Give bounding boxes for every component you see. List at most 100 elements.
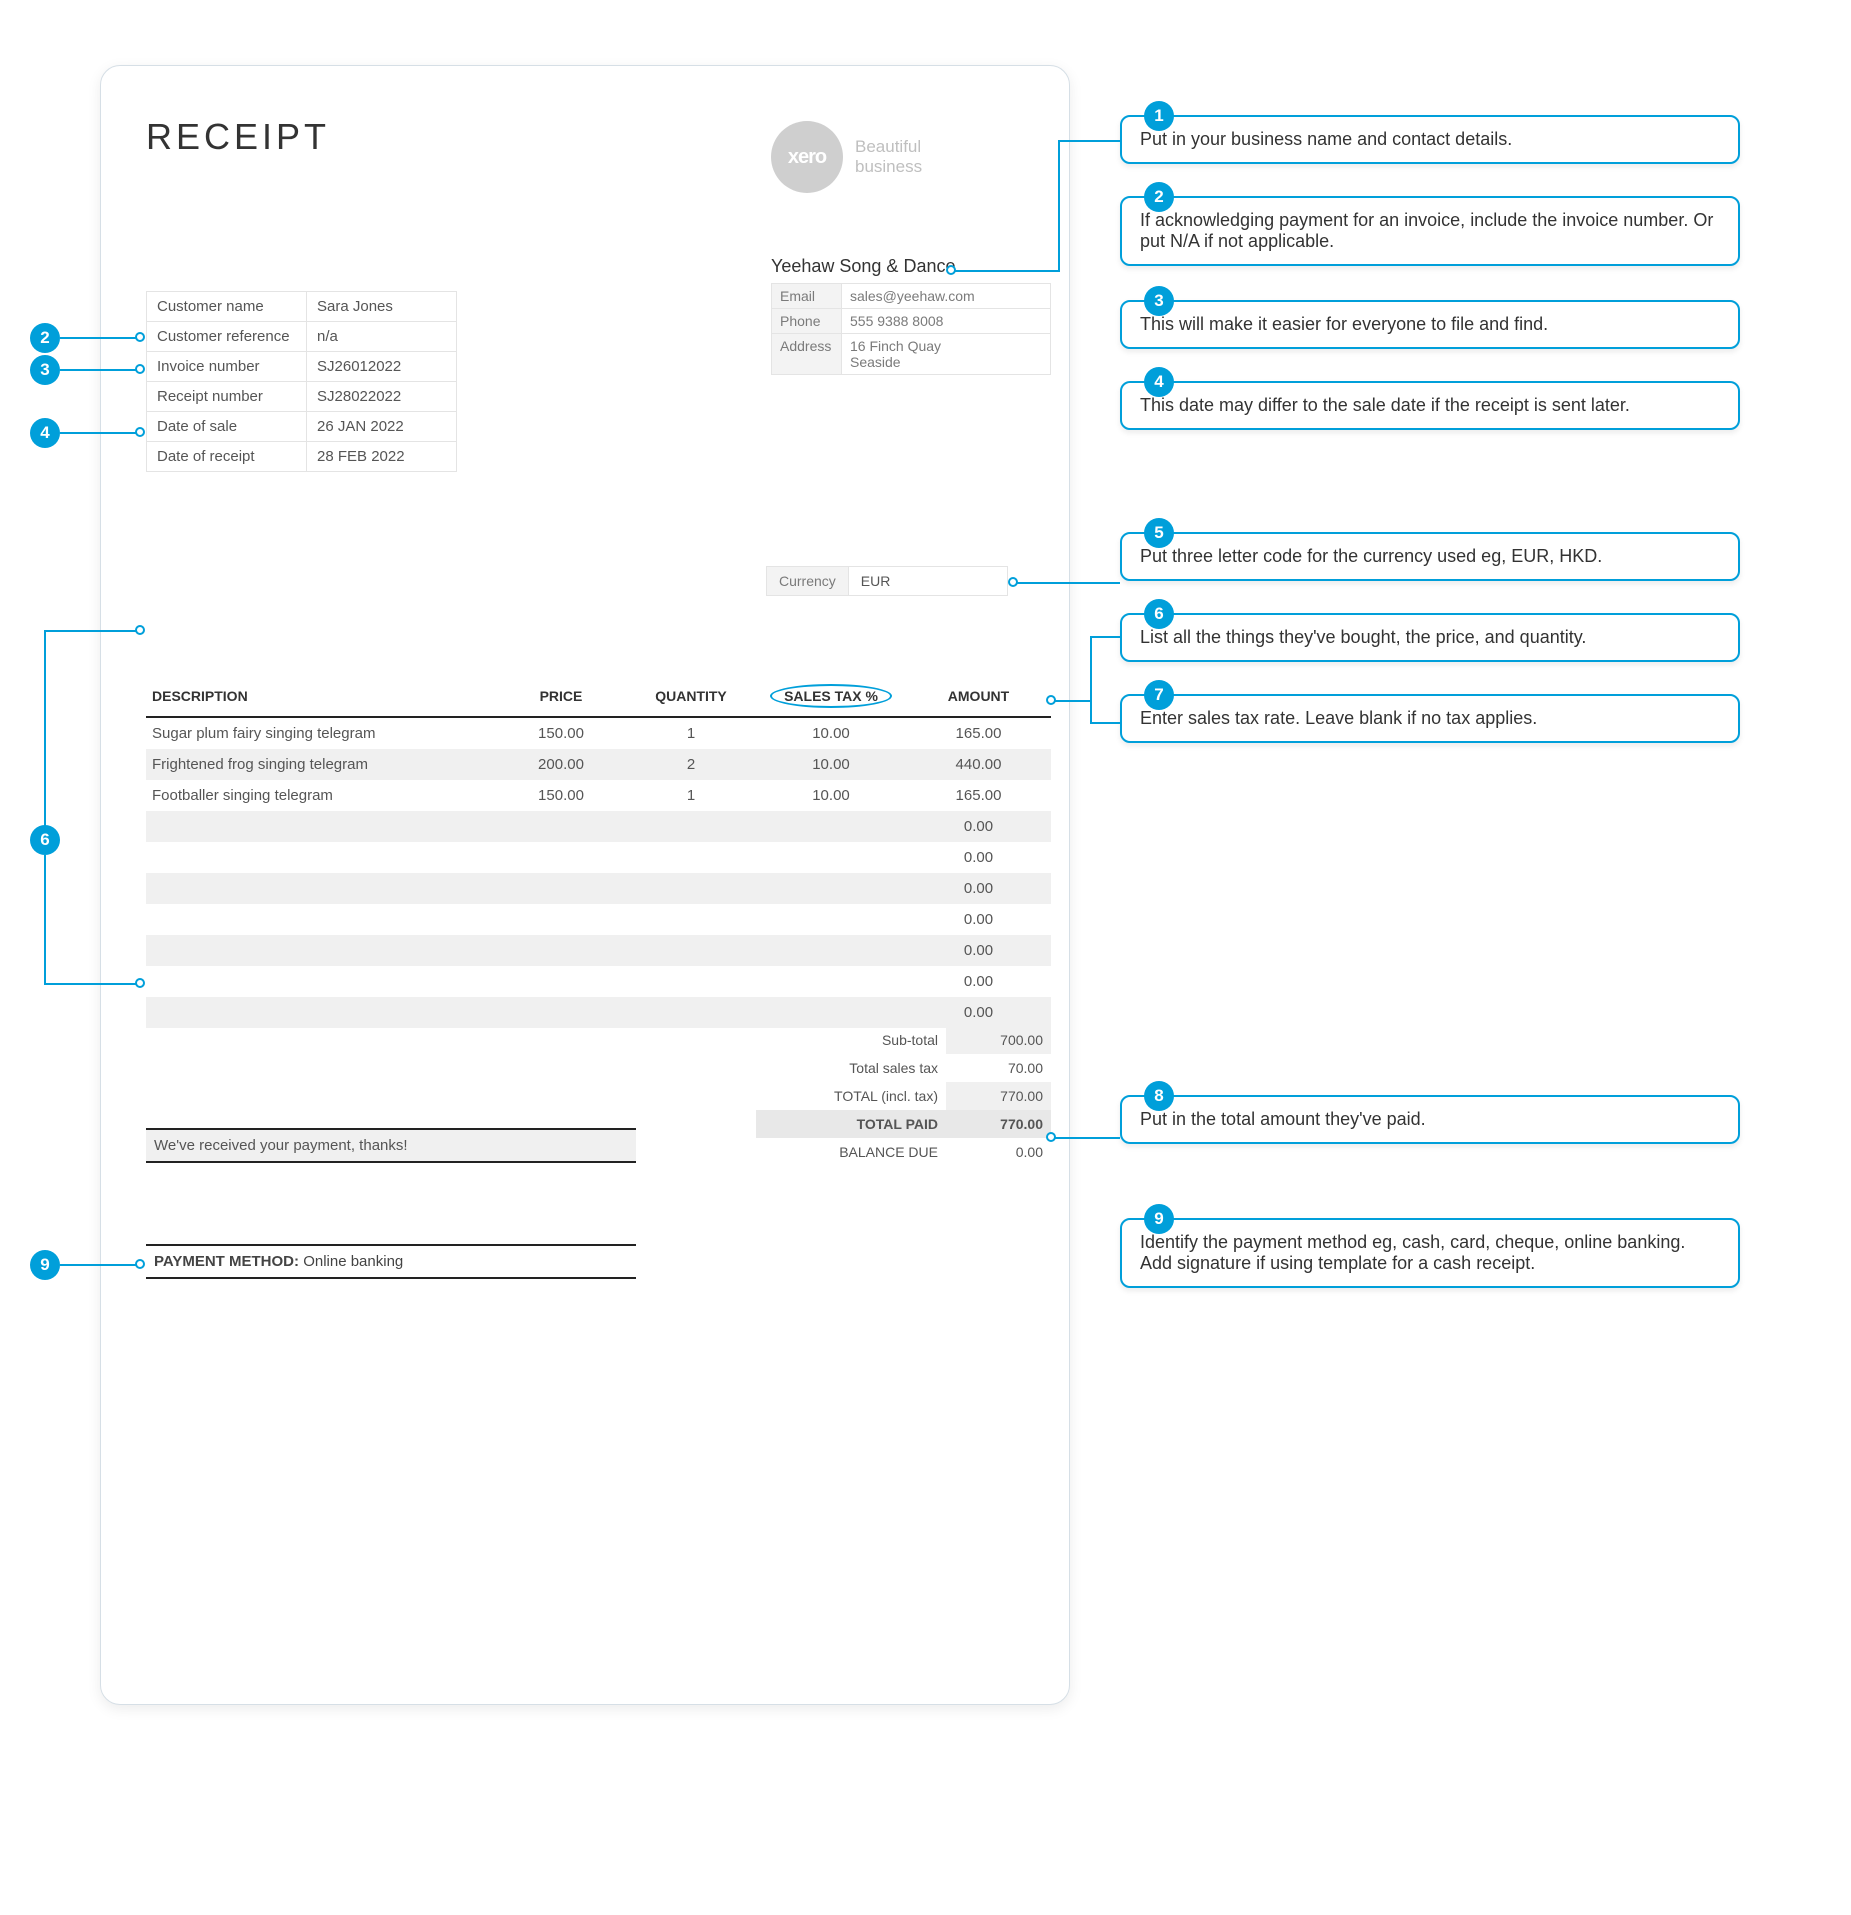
customer-row-label: Date of receipt <box>147 442 307 472</box>
item-quantity <box>626 997 756 1028</box>
connector-dot <box>135 625 145 635</box>
line-item-row: 0.00 <box>146 873 1051 904</box>
item-amount: 0.00 <box>906 966 1051 997</box>
item-tax <box>756 842 906 873</box>
marker-2-left: 2 <box>30 323 60 353</box>
item-price <box>496 1028 626 1059</box>
line-item-row: 0.00 <box>146 935 1051 966</box>
company-address: 16 Finch QuaySeaside <box>842 334 1051 375</box>
connector-dot <box>135 332 145 342</box>
connector-dot <box>135 1259 145 1269</box>
connector <box>1090 636 1120 638</box>
item-amount: 0.00 <box>906 842 1051 873</box>
company-phone-label: Phone <box>772 309 842 334</box>
item-description: Frightened frog singing telegram <box>146 749 496 780</box>
item-tax <box>756 904 906 935</box>
item-quantity: 1 <box>626 717 756 749</box>
subtotal-value: 700.00 <box>946 1026 1051 1054</box>
item-amount: 0.00 <box>906 935 1051 966</box>
line-item-row: 0.00 <box>146 842 1051 873</box>
balance-due-label: BALANCE DUE <box>756 1138 946 1166</box>
line-item-row: Sugar plum fairy singing telegram150.001… <box>146 717 1051 749</box>
callout-badge-7: 7 <box>1144 680 1174 710</box>
item-tax <box>756 966 906 997</box>
callout-3: 3 This will make it easier for everyone … <box>1120 300 1740 349</box>
customer-row-label: Receipt number <box>147 382 307 412</box>
payment-method-value: Online banking <box>303 1253 403 1270</box>
connector-dot <box>946 265 956 275</box>
callout-text-8: Put in the total amount they've paid. <box>1140 1109 1426 1129</box>
item-amount: 165.00 <box>906 780 1051 811</box>
item-description <box>146 997 496 1028</box>
item-amount: 0.00 <box>906 873 1051 904</box>
connector <box>1090 722 1120 724</box>
item-description <box>146 1028 496 1059</box>
connector-dot <box>1046 695 1056 705</box>
marker-3-left: 3 <box>30 355 60 385</box>
company-details-table: Emailsales@yeehaw.com Phone555 9388 8008… <box>771 283 1051 375</box>
connector <box>60 369 138 371</box>
connector <box>44 630 46 826</box>
callout-text-3: This will make it easier for everyone to… <box>1140 314 1548 334</box>
callout-badge-6: 6 <box>1144 599 1174 629</box>
customer-row-label: Invoice number <box>147 352 307 382</box>
customer-row: Customer referencen/a <box>147 322 457 352</box>
item-quantity <box>626 811 756 842</box>
totals-table: Sub-total700.00 Total sales tax70.00 TOT… <box>756 1026 1051 1166</box>
currency-row: Currency EUR <box>766 566 1008 596</box>
connector <box>1052 700 1092 702</box>
balance-due-value: 0.00 <box>946 1138 1051 1166</box>
callout-text-5: Put three letter code for the currency u… <box>1140 546 1602 566</box>
customer-details-table: Customer nameSara JonesCustomer referenc… <box>146 291 457 472</box>
col-quantity: QUANTITY <box>626 676 756 717</box>
company-name: Yeehaw Song & Dance <box>771 256 1051 277</box>
marker-6-left: 6 <box>30 825 60 855</box>
callout-text-1: Put in your business name and contact de… <box>1140 129 1512 149</box>
customer-row: Receipt numberSJ28022022 <box>147 382 457 412</box>
brand-tagline-1: Beautiful <box>855 137 922 157</box>
line-item-row: 0.00 <box>146 811 1051 842</box>
item-quantity <box>626 873 756 904</box>
callout-badge-8: 8 <box>1144 1081 1174 1111</box>
customer-row-value: SJ26012022 <box>307 352 457 382</box>
item-tax <box>756 997 906 1028</box>
callout-badge-2: 2 <box>1144 182 1174 212</box>
connector <box>60 1264 138 1266</box>
customer-row: Customer nameSara Jones <box>147 292 457 322</box>
line-items-table: DESCRIPTION PRICE QUANTITY SALES TAX % A… <box>146 676 1051 1059</box>
callout-text-2: If acknowledging payment for an invoice,… <box>1140 210 1713 251</box>
item-tax: 10.00 <box>756 717 906 749</box>
sales-tax-highlight: SALES TAX % <box>770 684 892 708</box>
callout-9: 9 Identify the payment method eg, cash, … <box>1120 1218 1740 1288</box>
callout-1: 1 Put in your business name and contact … <box>1120 115 1740 164</box>
line-item-row: Footballer singing telegram150.00110.001… <box>146 780 1051 811</box>
connector-dot <box>135 978 145 988</box>
item-description: Sugar plum fairy singing telegram <box>146 717 496 749</box>
col-price: PRICE <box>496 676 626 717</box>
callout-7: 7 Enter sales tax rate. Leave blank if n… <box>1120 694 1740 743</box>
item-price <box>496 811 626 842</box>
connector <box>44 855 46 985</box>
item-tax <box>756 811 906 842</box>
line-item-row: 0.00 <box>146 966 1051 997</box>
item-amount: 0.00 <box>906 811 1051 842</box>
item-price <box>496 842 626 873</box>
item-quantity <box>626 1028 756 1059</box>
customer-row: Date of sale26 JAN 2022 <box>147 412 457 442</box>
item-price <box>496 904 626 935</box>
marker-9-left: 9 <box>30 1250 60 1280</box>
connector <box>60 432 138 434</box>
item-amount: 0.00 <box>906 997 1051 1028</box>
item-description <box>146 935 496 966</box>
total-incl-label: TOTAL (incl. tax) <box>756 1082 946 1110</box>
callout-2: 2 If acknowledging payment for an invoic… <box>1120 196 1740 266</box>
item-price <box>496 935 626 966</box>
callout-badge-4: 4 <box>1144 367 1174 397</box>
connector-dot <box>1046 1132 1056 1142</box>
company-email-label: Email <box>772 284 842 309</box>
item-quantity <box>626 842 756 873</box>
line-item-row: 0.00 <box>146 997 1051 1028</box>
item-description <box>146 904 496 935</box>
customer-row-label: Date of sale <box>147 412 307 442</box>
subtotal-label: Sub-total <box>756 1026 946 1054</box>
